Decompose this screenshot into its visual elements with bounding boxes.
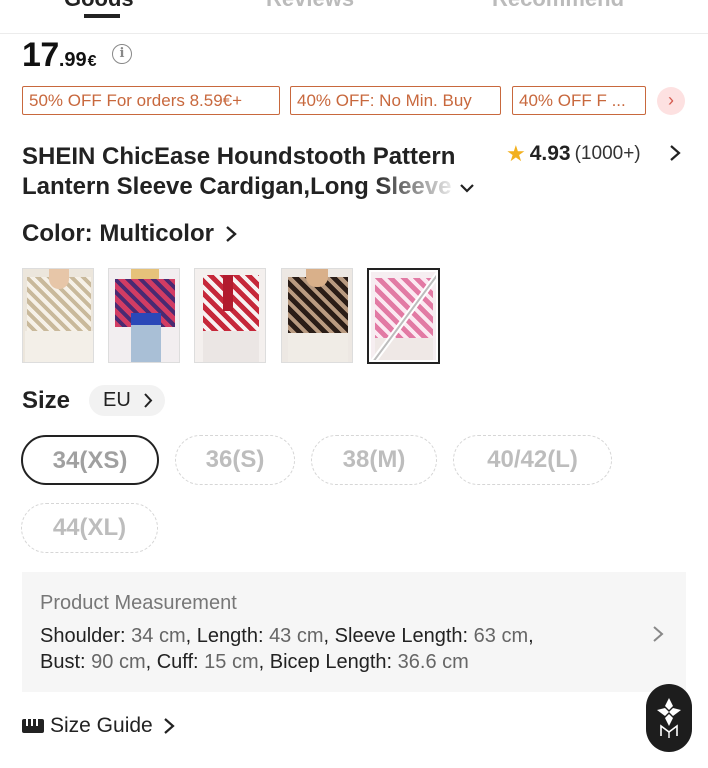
promo-more-chevron-icon[interactable]: › (657, 87, 685, 115)
length-value: 43 cm (269, 625, 324, 647)
rating-chevron-right-icon[interactable] (668, 143, 682, 163)
size-option-xs[interactable]: 34(XS) (21, 435, 159, 485)
shoulder-value: 34 cm (131, 625, 186, 647)
measurement-chevron-right-icon (653, 626, 664, 642)
active-tab-indicator (84, 14, 120, 18)
rating-value: 4.93 (529, 142, 571, 165)
size-option-m[interactable]: 38(M) (311, 435, 437, 485)
product-title-line-1: SHEIN ChicEase Houndstooth Pattern (22, 143, 456, 170)
promo-badge-1[interactable]: 50% OFF For orders 8.59€+ (22, 86, 280, 115)
color-swatch-pink-blue[interactable] (108, 268, 180, 363)
sleeve-value: 63 cm (473, 625, 529, 647)
color-label: Color: Multicolor (22, 220, 214, 247)
tab-reviews[interactable]: Reviews (266, 0, 354, 12)
promo-badge-2[interactable]: 40% OFF: No Min. Buy (290, 86, 501, 115)
size-option-xl[interactable]: 44(XL) (21, 503, 158, 553)
bust-label: Bust: (40, 651, 92, 673)
size-option-s[interactable]: 36(S) (175, 435, 295, 485)
price-decimal: .99 (58, 49, 87, 71)
size-label: Size (22, 387, 71, 414)
price-currency: € (87, 53, 97, 70)
star-icon: ★ (506, 141, 526, 166)
promo-badge-3[interactable]: 40% OFF F ... (512, 86, 646, 115)
bicep-value: 36.6 cm (397, 651, 469, 673)
color-swatch-beige[interactable] (22, 268, 94, 363)
assistant-logo-icon (657, 698, 681, 738)
top-tabs: Goods Reviews Recommend (0, 0, 708, 34)
price-integer: 17 (22, 36, 59, 74)
bust-value: 90 cm (91, 651, 146, 673)
product-title-line-2: Lantern Sleeve Cardigan,Long Sleeve (22, 173, 452, 200)
measurement-line-1: Shoulder: 34 cm, Length: 43 cm, Sleeve L… (40, 625, 534, 647)
bicep-label: Bicep Length: (269, 651, 398, 673)
rating-count: (1000+) (574, 143, 641, 164)
ruler-icon (22, 719, 44, 733)
tab-goods[interactable]: Goods (64, 0, 134, 12)
size-guide-link[interactable]: Size Guide (22, 714, 175, 738)
sleeve-label: Sleeve Length: (334, 625, 474, 647)
size-guide-label: Size Guide (50, 714, 153, 737)
expand-title-chevron-down-icon[interactable] (459, 182, 475, 194)
shoulder-label: Shoulder: (40, 625, 132, 647)
sold-out-slash-icon (371, 272, 436, 360)
size-option-l[interactable]: 40/42(L) (453, 435, 612, 485)
measurement-line-2: Bust: 90 cm, Cuff: 15 cm, Bicep Length: … (40, 651, 469, 673)
length-label: Length: (196, 625, 270, 647)
color-swatch-pink-selected[interactable] (367, 268, 440, 364)
color-selector-header[interactable]: Color: Multicolor (22, 220, 238, 248)
product-measurement-card[interactable]: Product Measurement Shoulder: 34 cm, Len… (22, 572, 686, 692)
floating-assistant-button[interactable] (646, 684, 692, 752)
price-info-icon[interactable]: i (112, 44, 132, 64)
rating-summary[interactable]: ★ 4.93 (1000+) (506, 141, 641, 167)
measurement-title: Product Measurement (40, 592, 237, 614)
product-price: 17 .99 € (22, 36, 97, 75)
color-chevron-right-icon (226, 226, 237, 242)
region-chevron-right-icon (144, 393, 153, 408)
color-swatch-black-brown[interactable] (281, 268, 353, 363)
cuff-value: 15 cm (204, 651, 259, 673)
size-region-label: EU (103, 389, 131, 411)
color-swatch-red-white[interactable] (194, 268, 266, 363)
cuff-label: Cuff: (156, 651, 205, 673)
size-guide-chevron-right-icon (164, 718, 175, 734)
tab-recommend[interactable]: Recommend (492, 0, 624, 12)
size-region-selector[interactable]: EU (89, 385, 165, 416)
product-title[interactable]: SHEIN ChicEase Houndstooth Pattern Lante… (22, 142, 492, 202)
